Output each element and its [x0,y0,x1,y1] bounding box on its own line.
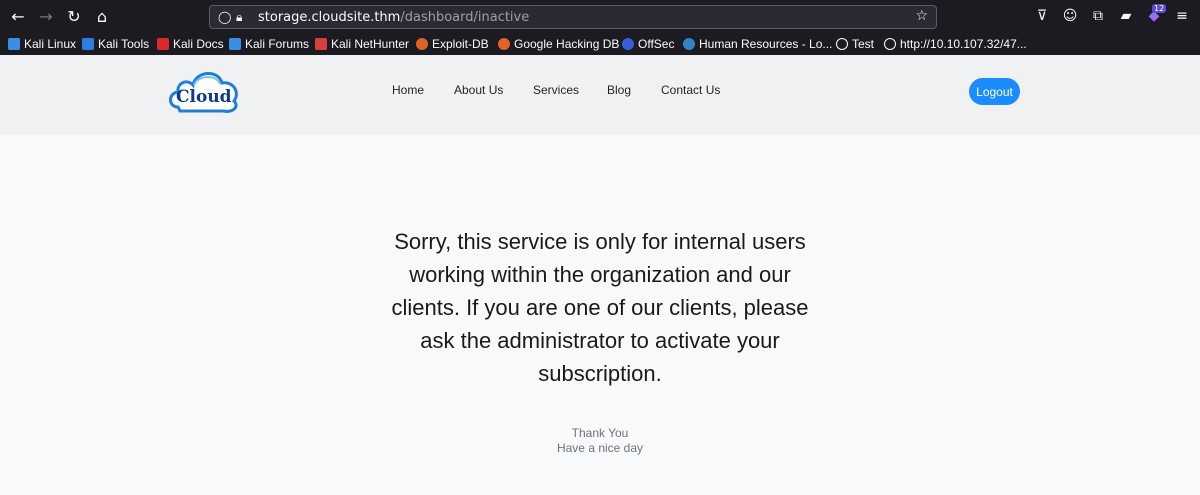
globe-icon [884,38,896,50]
bookmark-human-resources[interactable]: Human Resources - Lo... [683,36,832,52]
bookmark-kali-tools[interactable]: Kali Tools [82,36,149,52]
pocket-icon[interactable]: ⊽ [1032,6,1052,26]
url-text[interactable]: storage.cloudsite.thm/dashboard/inactive [258,10,529,25]
bookmarks-bar: Kali Linux Kali Tools Kali Docs Kali For… [0,33,1200,55]
logo-text: Cloud [176,87,232,107]
reload-icon[interactable]: ↻ [63,6,85,28]
nav-contact-us[interactable]: Contact Us [661,83,720,97]
forward-icon[interactable]: → [35,6,57,28]
inactive-message: Sorry, this service is only for internal… [391,229,809,386]
kali-tools-icon [82,38,94,50]
thanks-line: Thank You [571,426,629,440]
bookmark-star-icon[interactable]: ☆ [915,8,928,24]
hat-icon[interactable]: ▰ [1116,6,1136,26]
bookmark-nethunter[interactable]: Kali NetHunter [315,36,409,52]
bookmark-exploit-db[interactable]: Exploit-DB [416,36,489,52]
home-icon[interactable]: ⌂ [91,6,113,28]
bookmark-ghdb[interactable]: Google Hacking DB [498,36,619,52]
cloud-logo[interactable]: Cloud [166,63,244,115]
ghdb-icon [498,38,510,50]
kali-docs-icon [157,38,169,50]
nav-services[interactable]: Services [533,83,579,97]
kali-dragon-icon [8,38,20,50]
url-bar[interactable]: ◯ 🔒︎ storage.cloudsite.thm/dashboard/ina… [209,5,937,29]
bookmark-ip-address[interactable]: http://10.10.107.32/47... [884,36,1027,52]
extensions-icon[interactable]: ⧉ [1088,6,1108,26]
bookmark-kali-docs[interactable]: Kali Docs [157,36,224,52]
bookmark-test[interactable]: Test [836,36,874,52]
thanks-note: Thank You Have a nice day [500,426,700,456]
bookmark-kali-forums[interactable]: Kali Forums [229,36,309,52]
extension-avatar-icon[interactable]: ☺ [1060,6,1080,26]
nav-about-us[interactable]: About Us [454,83,503,97]
lock-icon[interactable]: 🔒︎ [236,9,242,25]
nice-day-line: Have a nice day [556,441,644,455]
kali-forums-icon [229,38,241,50]
nav-blog[interactable]: Blog [607,83,631,97]
logout-button[interactable]: Logout [969,78,1020,105]
bookmark-offsec[interactable]: OffSec [622,36,674,52]
browser-toolbar: ← → ↻ ⌂ ◯ 🔒︎ storage.cloudsite.thm/dashb… [0,0,1200,33]
site-header: Cloud Home About Us Services Blog Contac… [0,55,1200,135]
extension-badge: 12 [1152,4,1167,13]
nethunter-icon [315,38,327,50]
globe-icon [836,38,848,50]
nav-home[interactable]: Home [392,83,424,97]
exploit-db-icon [416,38,428,50]
offsec-icon [622,38,634,50]
menu-icon[interactable]: ≡ [1172,6,1192,26]
wordpress-icon [683,38,695,50]
back-icon[interactable]: ← [7,6,29,28]
bookmark-kali-linux[interactable]: Kali Linux [8,36,76,52]
main-content: Sorry, this service is only for internal… [0,135,1200,495]
shield-icon[interactable]: ◯ [218,9,231,25]
